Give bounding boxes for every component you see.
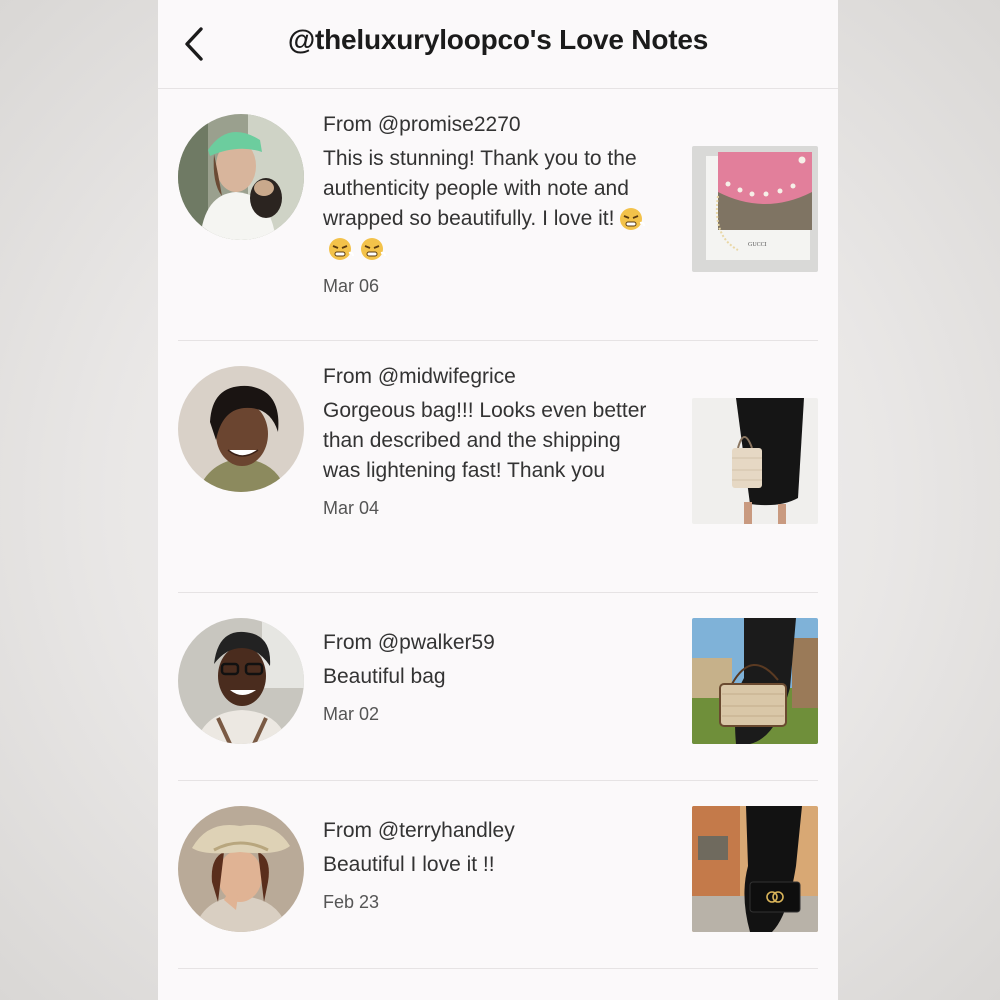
product-thumbnail[interactable]: GUCCI	[692, 146, 818, 272]
note-message: This is stunning! Thank you to the authe…	[323, 147, 637, 230]
note-date: Feb 23	[323, 892, 380, 912]
avatar[interactable]	[178, 366, 304, 492]
note-text: This is stunning! Thank you to the authe…	[323, 144, 663, 264]
chevron-left-icon	[185, 27, 203, 61]
avatar[interactable]	[178, 806, 304, 932]
love-notes-screen: @theluxuryloopco's Love Notes From @prom…	[158, 0, 838, 1000]
product-thumbnail[interactable]	[692, 618, 818, 744]
note-date: Mar 02	[323, 704, 380, 724]
angry-face-icon	[359, 237, 387, 261]
note-body: From @promise2270 This is stunning! Than…	[323, 112, 663, 297]
note-text: Beautiful I love it !!	[323, 853, 495, 876]
love-note-item: From @midwifegrice Gorgeous bag!!! Looks…	[178, 340, 818, 593]
note-body: From @pwalker59 Beautiful bag Mar 02	[323, 630, 663, 725]
note-author[interactable]: From @promise2270	[323, 112, 663, 138]
note-date: Mar 06	[323, 276, 380, 296]
note-text: Beautiful bag	[323, 665, 446, 688]
love-note-item: From @promise2270 This is stunning! Than…	[178, 88, 818, 341]
note-date: Mar 04	[323, 498, 380, 518]
avatar[interactable]	[178, 618, 304, 744]
love-note-item: From @pwalker59 Beautiful bag Mar 02	[178, 592, 818, 781]
angry-face-icon	[327, 237, 355, 261]
note-author[interactable]: From @midwifegrice	[323, 364, 663, 390]
note-author[interactable]: From @terryhandley	[323, 818, 663, 844]
note-body: From @midwifegrice Gorgeous bag!!! Looks…	[323, 364, 663, 519]
note-body: From @terryhandley Beautiful I love it !…	[323, 818, 663, 913]
back-button[interactable]	[172, 18, 216, 70]
product-thumbnail[interactable]	[692, 398, 818, 524]
note-text: Gorgeous bag!!! Looks even better than d…	[323, 399, 647, 482]
brand-label: GUCCI	[748, 242, 767, 248]
love-note-item: From @terryhandley Beautiful I love it !…	[178, 780, 818, 969]
product-thumbnail[interactable]	[692, 806, 818, 932]
header: @theluxuryloopco's Love Notes	[158, 0, 838, 89]
note-author[interactable]: From @pwalker59	[323, 630, 663, 656]
avatar[interactable]	[178, 114, 304, 240]
angry-face-icon	[618, 207, 646, 231]
page-title: @theluxuryloopco's Love Notes	[287, 24, 709, 55]
